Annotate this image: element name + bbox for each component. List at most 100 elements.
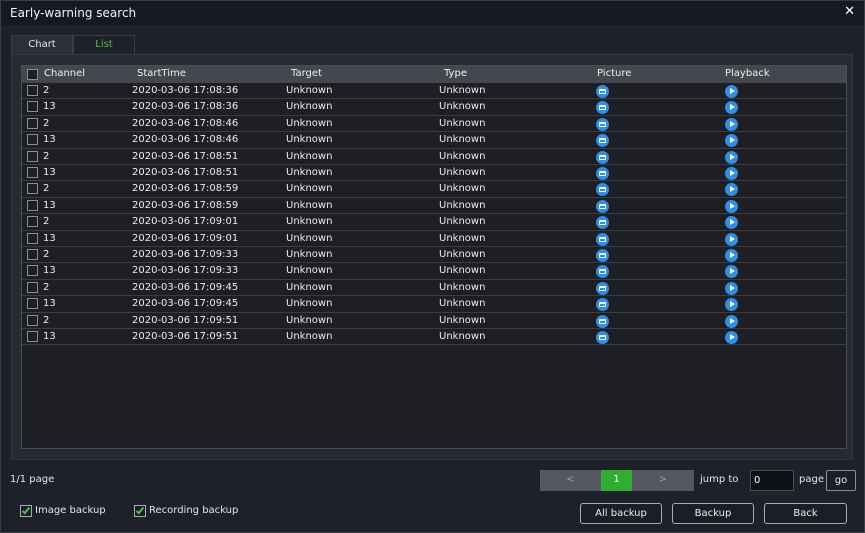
- play-icon[interactable]: [725, 265, 738, 279]
- play-icon[interactable]: [725, 199, 738, 213]
- play-icon[interactable]: [725, 85, 738, 98]
- play-icon[interactable]: [725, 150, 738, 164]
- picture-icon[interactable]: [596, 331, 609, 344]
- play-icon[interactable]: [725, 298, 738, 312]
- table-row[interactable]: 2 2020-03-06 17:08:46 Unknown Unknown: [22, 116, 846, 133]
- jump-page-input[interactable]: [750, 470, 794, 491]
- row-checkbox[interactable]: [27, 134, 38, 146]
- cell-channel: 2: [43, 85, 50, 96]
- picture-icon[interactable]: [596, 150, 609, 164]
- table-row[interactable]: 2 2020-03-06 17:08:36 Unknown Unknown: [22, 83, 846, 100]
- cell-type: Unknown: [439, 117, 486, 129]
- close-icon[interactable]: ✕: [844, 4, 855, 19]
- play-glyph: [730, 317, 735, 324]
- play-icon[interactable]: [725, 249, 738, 262]
- picture-glyph: [599, 269, 606, 275]
- play-glyph: [730, 235, 735, 242]
- cell-type: Unknown: [439, 150, 486, 162]
- picture-icon[interactable]: [596, 314, 609, 328]
- cell-start-time: 2020-03-06 17:08:51: [132, 167, 239, 178]
- backup-button[interactable]: Backup: [672, 503, 754, 524]
- picture-icon[interactable]: [596, 167, 609, 180]
- tab-chart[interactable]: Chart: [11, 35, 73, 54]
- cell-target: Unknown: [286, 167, 333, 178]
- row-checkbox[interactable]: [27, 331, 38, 342]
- cell-target: Unknown: [286, 117, 333, 129]
- picture-icon[interactable]: [596, 265, 609, 279]
- picture-icon[interactable]: [596, 85, 609, 98]
- table-row[interactable]: 2 2020-03-06 17:09:01 Unknown Unknown: [22, 214, 846, 231]
- row-checkbox[interactable]: [27, 314, 38, 326]
- table-row[interactable]: 13 2020-03-06 17:08:51 Unknown Unknown: [22, 165, 846, 182]
- table-row[interactable]: 2 2020-03-06 17:09:45 Unknown Unknown: [22, 280, 846, 297]
- recording-backup-checkbox[interactable]: Recording backup: [134, 505, 244, 519]
- back-button[interactable]: Back: [764, 503, 847, 524]
- image-backup-checkbox[interactable]: Image backup: [20, 505, 115, 519]
- row-checkbox[interactable]: [27, 150, 38, 162]
- picture-icon[interactable]: [596, 134, 609, 148]
- cell-channel: 13: [43, 101, 56, 113]
- cell-type: Unknown: [439, 314, 486, 326]
- play-icon[interactable]: [725, 117, 738, 131]
- go-button[interactable]: go: [826, 470, 856, 491]
- row-checkbox[interactable]: [27, 183, 38, 195]
- play-icon[interactable]: [725, 216, 738, 230]
- table-row[interactable]: 13 2020-03-06 17:08:36 Unknown Unknown: [22, 99, 846, 116]
- play-icon[interactable]: [725, 167, 738, 180]
- play-icon[interactable]: [725, 314, 738, 328]
- prev-page-button[interactable]: <: [540, 470, 601, 491]
- row-checkbox[interactable]: [27, 199, 38, 211]
- next-page-button[interactable]: >: [632, 470, 694, 491]
- row-checkbox[interactable]: [27, 101, 38, 113]
- picture-glyph: [599, 89, 606, 94]
- row-checkbox[interactable]: [27, 85, 38, 96]
- row-checkbox[interactable]: [27, 167, 38, 178]
- picture-icon[interactable]: [596, 183, 609, 197]
- picture-icon[interactable]: [596, 216, 609, 230]
- cell-type: Unknown: [439, 167, 486, 178]
- picture-icon[interactable]: [596, 281, 609, 295]
- table-row[interactable]: 2 2020-03-06 17:09:33 Unknown Unknown: [22, 247, 846, 264]
- select-all-checkbox[interactable]: [27, 69, 38, 80]
- table-row[interactable]: 2 2020-03-06 17:08:59 Unknown Unknown: [22, 181, 846, 198]
- table-row[interactable]: 2 2020-03-06 17:09:51 Unknown Unknown: [22, 313, 846, 329]
- picture-icon[interactable]: [596, 199, 609, 213]
- row-checkbox[interactable]: [27, 249, 38, 260]
- picture-icon[interactable]: [596, 101, 609, 115]
- play-icon[interactable]: [725, 183, 738, 197]
- table-row[interactable]: 13 2020-03-06 17:08:46 Unknown Unknown: [22, 132, 846, 149]
- picture-glyph: [599, 318, 606, 324]
- table-row[interactable]: 2 2020-03-06 17:08:51 Unknown Unknown: [22, 149, 846, 165]
- picture-icon[interactable]: [596, 249, 609, 262]
- play-icon[interactable]: [725, 101, 738, 115]
- tab-list[interactable]: List: [73, 35, 135, 54]
- cell-start-time: 2020-03-06 17:09:01: [132, 216, 239, 228]
- picture-icon[interactable]: [596, 117, 609, 131]
- title-bar[interactable]: Early-warning search ✕: [1, 1, 864, 25]
- play-icon[interactable]: [725, 232, 738, 246]
- play-icon[interactable]: [725, 134, 738, 148]
- row-checkbox[interactable]: [27, 232, 38, 244]
- current-page-button[interactable]: 1: [601, 470, 632, 491]
- table-row[interactable]: 13 2020-03-06 17:09:33 Unknown Unknown: [22, 263, 846, 280]
- cell-start-time: 2020-03-06 17:08:36: [132, 101, 239, 113]
- column-header-picture: Picture: [597, 68, 632, 79]
- image-backup-box[interactable]: [20, 505, 32, 517]
- row-checkbox[interactable]: [27, 117, 38, 129]
- play-icon[interactable]: [725, 331, 738, 344]
- row-checkbox[interactable]: [27, 281, 38, 293]
- table-row[interactable]: 13 2020-03-06 17:08:59 Unknown Unknown: [22, 198, 846, 215]
- all-backup-button[interactable]: All backup: [580, 503, 662, 524]
- picture-glyph: [599, 285, 606, 291]
- table-row[interactable]: 13 2020-03-06 17:09:01 Unknown Unknown: [22, 231, 846, 247]
- picture-icon[interactable]: [596, 298, 609, 312]
- table-row[interactable]: 13 2020-03-06 17:09:45 Unknown Unknown: [22, 296, 846, 313]
- row-checkbox[interactable]: [27, 216, 38, 228]
- row-checkbox[interactable]: [27, 298, 38, 310]
- table-row[interactable]: 13 2020-03-06 17:09:51 Unknown Unknown: [22, 329, 846, 346]
- play-icon[interactable]: [725, 281, 738, 295]
- row-checkbox[interactable]: [27, 265, 38, 277]
- cell-start-time: 2020-03-06 17:09:45: [132, 298, 239, 310]
- picture-icon[interactable]: [596, 232, 609, 246]
- recording-backup-box[interactable]: [134, 505, 146, 517]
